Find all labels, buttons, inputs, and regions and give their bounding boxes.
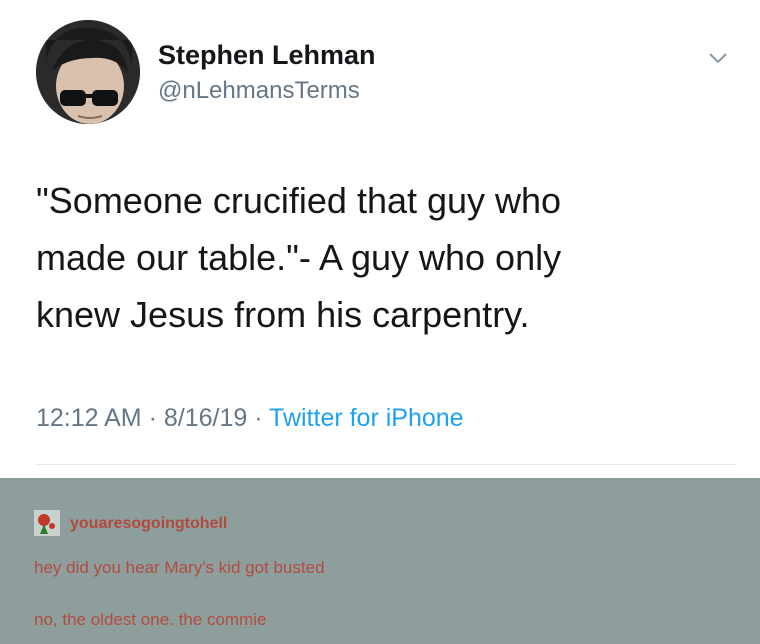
chevron-down-icon[interactable]: [706, 48, 730, 68]
tumblr-line: hey did you hear Mary's kid got busted: [34, 558, 325, 577]
tweet-text: "Someone crucified that guy who made our…: [36, 180, 562, 335]
tweet-card: Stephen Lehman @nLehmansTerms "Someone c…: [0, 0, 760, 478]
profile-avatar[interactable]: [36, 20, 140, 124]
author-handle[interactable]: @nLehmansTerms: [158, 77, 360, 105]
tweet-date[interactable]: 8/16/19: [164, 404, 247, 432]
author-name[interactable]: Stephen Lehman: [158, 40, 376, 71]
tumblr-line: no, the oldest one. the commie: [34, 610, 267, 629]
tweet-source[interactable]: Twitter for iPhone: [269, 404, 464, 432]
meta-separator: ·: [247, 404, 270, 432]
tumblr-username[interactable]: youaresogoingtohell: [70, 515, 227, 533]
tweet-meta: 12:12 AM · 8/16/19 · Twitter for iPhone: [36, 404, 464, 433]
divider: [36, 464, 736, 465]
meta-separator: ·: [141, 404, 164, 432]
tweet-time[interactable]: 12:12 AM: [36, 404, 142, 432]
user-avatar-icon[interactable]: [34, 510, 60, 536]
tumblr-post: youaresogoingtohell hey did you hear Mar…: [0, 478, 760, 644]
